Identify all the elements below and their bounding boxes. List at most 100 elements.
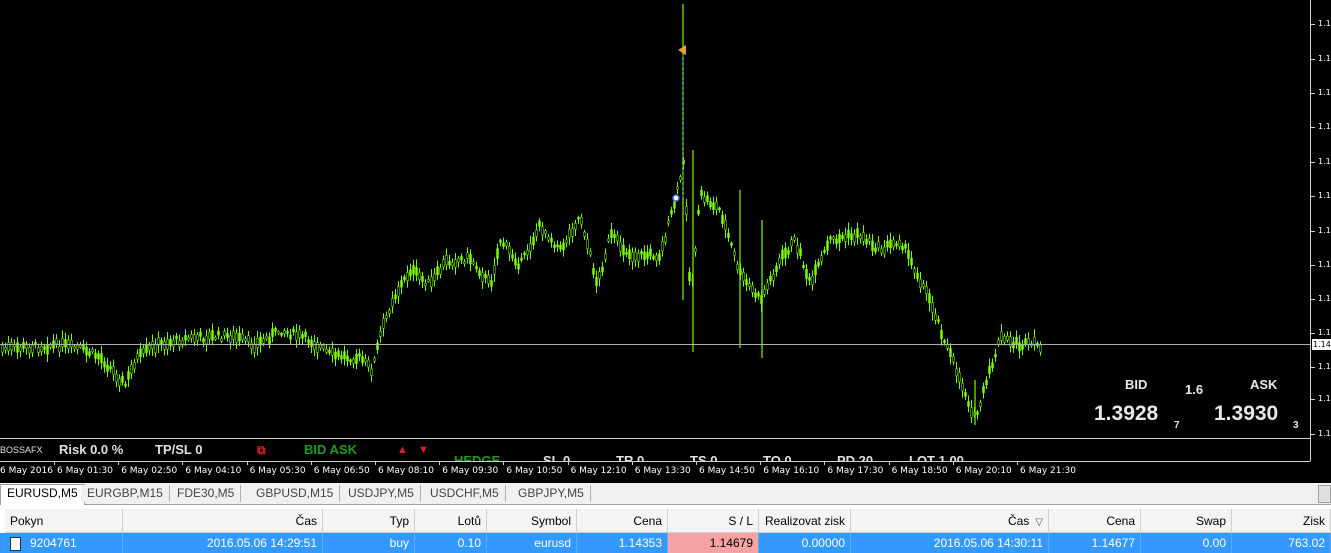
price-tick-label: 1.14: [1318, 362, 1331, 371]
candle-body: [538, 220, 541, 227]
table-row[interactable]: 9204761 2016.05.06 14:29:51 buy 0.10 eurusd 1…: [0, 533, 1331, 553]
candle-body: [889, 239, 892, 249]
ask-pip: 3: [1293, 420, 1299, 431]
candle-body: [361, 356, 364, 364]
candle-body: [805, 268, 808, 279]
candle-body: [583, 231, 586, 237]
column-header[interactable]: Čas ▽: [851, 509, 1049, 533]
column-header[interactable]: Lotů: [415, 509, 487, 533]
column-header[interactable]: Symbol: [487, 509, 577, 533]
tab-usdjpy-m5[interactable]: USDJPY,M5: [342, 485, 421, 502]
candle-body: [952, 356, 955, 363]
table-cell: 2016.05.06 14:30:11: [851, 533, 1049, 553]
candle-body: [844, 234, 847, 242]
candle-body: [130, 364, 133, 374]
candle-body: [388, 310, 391, 315]
candle-body: [826, 240, 829, 251]
column-header-label: Zisk: [1303, 514, 1325, 528]
current-price-line: [0, 344, 1310, 345]
candle-body: [577, 217, 580, 220]
candle-body: [223, 330, 226, 337]
tab-fde30-m5[interactable]: FDE30,M5: [171, 485, 242, 502]
candle-body: [109, 366, 112, 370]
candle-body: [142, 347, 145, 354]
candle-body: [184, 335, 187, 341]
candle-body: [673, 200, 676, 209]
candle-body: [736, 264, 739, 270]
candle-body: [988, 366, 991, 374]
candle-body: [352, 358, 355, 364]
column-header-label: S / L: [728, 514, 753, 528]
price-tick-label: 1.14: [1318, 226, 1331, 235]
tab-eurgbp-m15[interactable]: EURGBP,M15: [81, 485, 170, 502]
candle-body: [175, 335, 178, 340]
candle-body: [814, 264, 817, 276]
price-tick-label: 1.14: [1318, 260, 1331, 269]
column-header[interactable]: Cena: [577, 509, 668, 533]
ask-label: ASK: [1250, 377, 1278, 392]
time-tick: [54, 462, 55, 465]
candle-body: [958, 372, 961, 383]
price-tick: [1311, 333, 1315, 334]
time-tick-label: 6 May 09:30: [442, 466, 499, 476]
column-header[interactable]: S / L: [668, 509, 759, 533]
tab-usdchf-m5[interactable]: USDCHF,M5: [424, 485, 506, 502]
candle-body: [478, 270, 481, 277]
candle-body: [475, 265, 478, 270]
candle-body: [301, 334, 304, 339]
column-header[interactable]: Typ: [323, 509, 415, 533]
candle-body: [709, 201, 712, 208]
price-tick-label: 1.14: [1318, 191, 1331, 200]
candle-body: [61, 337, 64, 347]
candle-body: [811, 275, 814, 285]
candle-body: [94, 352, 97, 359]
price-tick: [1311, 399, 1315, 400]
price-axis: 1.14 1.14 1.14 1.14 1.14 1.14 1.14 1.14 1.14 1.14…: [1310, 0, 1331, 461]
tab-eurusd-m5[interactable]: EURUSD,M5: [0, 484, 85, 505]
candle-body: [841, 235, 844, 240]
column-header[interactable]: Realizovat zisk: [759, 509, 851, 533]
candle-body: [265, 335, 268, 340]
price-chart[interactable]: BID 1.6 ASK 1.3928 7 1.3930 3 BOSSAFX Ri…: [0, 0, 1310, 462]
price-tick: [1311, 24, 1315, 25]
column-header-label: Lotů: [457, 514, 481, 528]
tab-scroll-button[interactable]: [1318, 485, 1331, 503]
candle-body: [343, 351, 346, 360]
time-tick: [1017, 462, 1018, 465]
windows-icon[interactable]: ⧉: [257, 443, 266, 458]
candle-body: [571, 228, 574, 237]
time-tick: [952, 462, 954, 465]
candle-body: [916, 272, 919, 279]
column-header[interactable]: Čas: [123, 509, 323, 533]
sort-desc-icon[interactable]: ▽: [1035, 517, 1043, 528]
candle-body: [733, 251, 736, 256]
candle-body: [499, 239, 502, 243]
column-header[interactable]: Pokyn: [5, 509, 123, 533]
candle-body: [484, 273, 487, 279]
bid-ask-toggle[interactable]: BID ASK: [304, 442, 357, 457]
candle-body: [829, 236, 832, 240]
candle-body: [670, 210, 673, 215]
ask-price: 1.3930: [1214, 402, 1279, 425]
candle-body: [532, 236, 535, 246]
candle-body: [481, 272, 484, 282]
price-tick: [1311, 367, 1315, 368]
candle-body: [148, 345, 151, 351]
column-header[interactable]: Swap: [1141, 509, 1232, 533]
tpsl-setting[interactable]: TP/SL 0: [155, 442, 202, 457]
candle-body: [187, 337, 190, 341]
tab-gbpjpy-m5[interactable]: GBPJPY,M5: [512, 485, 591, 502]
candle-body: [367, 359, 370, 368]
arrow-down-icon[interactable]: ▼: [418, 444, 429, 456]
candle-body: [439, 267, 442, 275]
candle-body: [694, 248, 697, 253]
column-header[interactable]: Cena: [1049, 509, 1141, 533]
tab-gbpusd-m15[interactable]: GBPUSD,M15: [250, 485, 341, 502]
candle-body: [502, 242, 505, 247]
risk-setting[interactable]: Risk 0.0 %: [59, 442, 123, 457]
column-header[interactable]: Zisk: [1232, 509, 1331, 533]
candle-body: [382, 318, 385, 329]
arrow-up-icon[interactable]: ▲: [397, 444, 408, 456]
table-cell: buy: [323, 533, 415, 553]
candle-body: [967, 401, 970, 407]
